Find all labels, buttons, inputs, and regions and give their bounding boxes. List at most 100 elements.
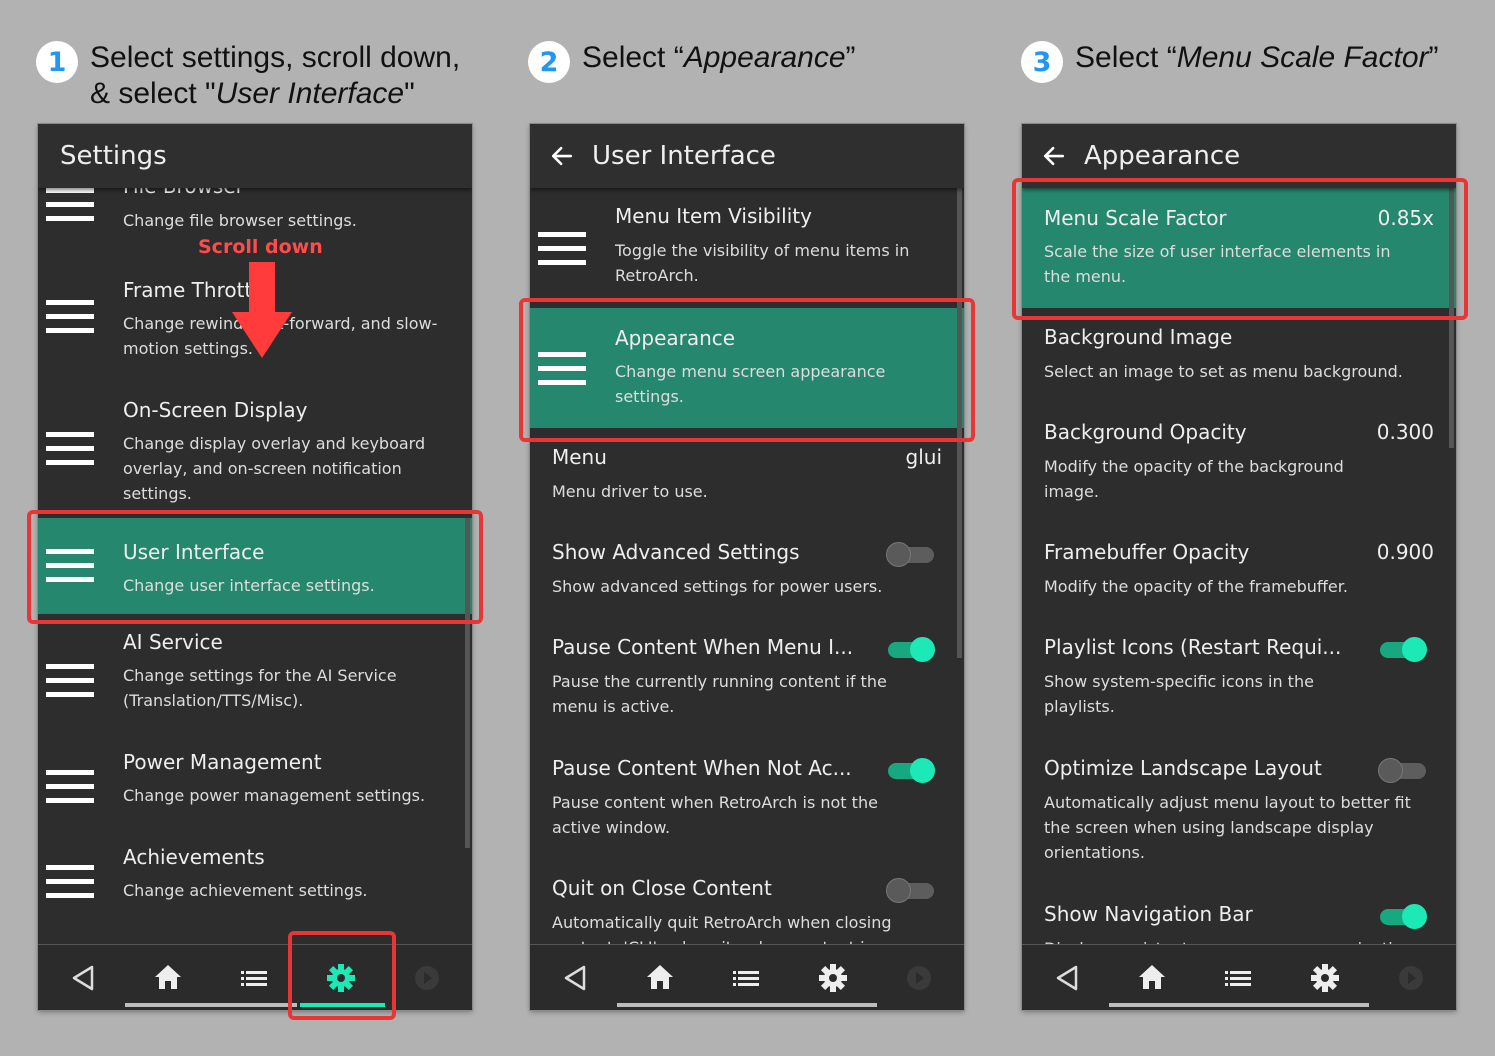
item-label: Show Navigation Bar: [1044, 902, 1253, 926]
header: User Interface: [530, 124, 964, 188]
tab-indicator: [617, 1003, 877, 1007]
nav-back-icon[interactable]: [1048, 959, 1086, 997]
step-1-title: 1 Select settings, scroll down, & select…: [36, 40, 460, 112]
list-item-menu[interactable]: Menu glui Menu driver to use.: [530, 433, 964, 521]
list-icon[interactable]: [727, 959, 765, 997]
item-sublabel: Change achievement settings.: [123, 881, 368, 900]
list-item-show-navigation-bar[interactable]: Show Navigation Bar Display persistent o…: [1022, 890, 1456, 944]
back-arrow-icon[interactable]: [548, 142, 576, 170]
item-label: Achievements: [123, 845, 265, 869]
forward-icon[interactable]: [1392, 959, 1430, 997]
menu-icon: [46, 300, 94, 334]
item-sublabel: Display persistent on-screen menu naviga…: [1044, 936, 1434, 944]
nav-back-icon[interactable]: [556, 959, 594, 997]
item-label: AI Service: [123, 630, 223, 654]
item-sublabel: Modify the opacity of the framebuffer.: [1044, 577, 1348, 596]
list-item-ai-service[interactable]: AI Service Change settings for the AI Se…: [38, 628, 472, 738]
scroll-down-annotation: Scroll down: [198, 236, 323, 258]
toggle-switch[interactable]: [1380, 637, 1427, 662]
toggle-switch[interactable]: [888, 758, 935, 783]
home-icon[interactable]: [641, 959, 679, 997]
list-item-framebuffer-opacity[interactable]: Framebuffer Opacity 0.900 Modify the opa…: [1022, 528, 1456, 618]
item-label: Show Advanced Settings: [552, 540, 800, 564]
item-sublabel: Pause the currently running content if t…: [552, 672, 887, 716]
highlight-settings-tab: [288, 931, 396, 1020]
list-icon[interactable]: [235, 959, 273, 997]
item-sublabel: Change settings for the AI Service (Tran…: [123, 666, 397, 710]
forward-icon[interactable]: [408, 959, 446, 997]
list-item-pause-content-not-active[interactable]: Pause Content When Not Ac... Pause conte…: [530, 744, 964, 859]
tab-indicator: [125, 1003, 297, 1007]
item-sublabel: Pause content when RetroArch is not the …: [552, 793, 878, 837]
item-label: Quit on Close Content: [552, 876, 772, 900]
item-value: 0.300: [1376, 420, 1434, 444]
gear-icon[interactable]: [1306, 959, 1344, 997]
item-label: Framebuffer Opacity: [1044, 540, 1250, 564]
step-text-2: & select "User Interface": [90, 77, 415, 110]
list-item-quit-on-close-content[interactable]: Quit on Close Content Automatically quit…: [530, 864, 964, 944]
list-item-playlist-icons[interactable]: Playlist Icons (Restart Requi... Show sy…: [1022, 623, 1456, 738]
menu-icon: [46, 770, 94, 804]
step-2-title: 2 Select “Appearance”: [528, 40, 856, 83]
list-item-show-advanced-settings[interactable]: Show Advanced Settings Show advanced set…: [530, 528, 964, 618]
page-title: Appearance: [1084, 141, 1241, 171]
item-label: Background Opacity: [1044, 420, 1247, 444]
forward-icon[interactable]: [900, 959, 938, 997]
list-item-menu-item-visibility[interactable]: Menu Item Visibility Toggle the visibili…: [530, 188, 964, 306]
step-text: Select “Menu Scale Factor”: [1075, 41, 1439, 74]
list-item-background-opacity[interactable]: Background Opacity 0.300 Modify the opac…: [1022, 408, 1456, 523]
item-sublabel: Change display overlay and keyboard over…: [123, 434, 426, 503]
bottom-navigation-bar: [530, 944, 964, 1010]
bottom-navigation-bar: [38, 944, 472, 1010]
back-arrow-icon[interactable]: [1040, 142, 1068, 170]
step-text: Select settings, scroll down,: [90, 41, 461, 74]
toggle-switch[interactable]: [888, 637, 935, 662]
item-label: Background Image: [1044, 325, 1233, 349]
item-value: glui: [905, 445, 942, 469]
step-3-title: 3 Select “Menu Scale Factor”: [1021, 40, 1439, 83]
step-number: 3: [1021, 41, 1063, 83]
item-sublabel: Show advanced settings for power users.: [552, 577, 883, 596]
bottom-navigation-bar: [1022, 944, 1456, 1010]
highlight-appearance: [519, 298, 975, 442]
list-item-achievements[interactable]: Achievements Change achievement settings…: [38, 843, 472, 933]
item-label: Optimize Landscape Layout: [1044, 756, 1322, 780]
arrow-down-icon: [232, 262, 292, 358]
highlight-user-interface: [27, 510, 483, 624]
menu-icon: [538, 232, 586, 266]
item-sublabel: Change power management settings.: [123, 786, 426, 805]
step-number: 2: [528, 41, 570, 83]
item-value: 0.900: [1376, 540, 1434, 564]
page-title: User Interface: [592, 141, 776, 171]
step-number: 1: [36, 41, 78, 83]
menu-icon: [46, 188, 94, 222]
toggle-switch[interactable]: [1378, 758, 1426, 783]
home-icon[interactable]: [149, 959, 187, 997]
list-item-background-image[interactable]: Background Image Select an image to set …: [1022, 313, 1456, 403]
list-icon[interactable]: [1219, 959, 1257, 997]
toggle-switch[interactable]: [1380, 904, 1427, 929]
menu-icon: [46, 664, 94, 698]
list-item-on-screen-display[interactable]: On-Screen Display Change display overlay…: [38, 378, 472, 508]
list-item-pause-content-menu[interactable]: Pause Content When Menu I... Pause the c…: [530, 623, 964, 738]
list-item-optimize-landscape-layout[interactable]: Optimize Landscape Layout Automatically …: [1022, 744, 1456, 884]
item-sublabel: Modify the opacity of the background ima…: [1044, 457, 1344, 501]
nav-back-icon[interactable]: [64, 959, 102, 997]
item-label: Menu Item Visibility: [615, 204, 812, 228]
gear-icon[interactable]: [814, 959, 852, 997]
home-icon[interactable]: [1133, 959, 1171, 997]
list-item-power-management[interactable]: Power Management Change power management…: [38, 748, 472, 838]
item-sublabel: Show system-specific icons in the playli…: [1044, 672, 1314, 716]
item-label: Pause Content When Menu I...: [552, 635, 854, 659]
menu-icon: [46, 865, 94, 899]
item-label: Menu: [552, 445, 607, 469]
header: Settings: [38, 124, 472, 188]
item-label: Pause Content When Not Ac...: [552, 756, 852, 780]
toggle-switch[interactable]: [886, 878, 934, 903]
user-interface-screen: User Interface Menu Item Visibility Togg…: [530, 124, 964, 1010]
menu-icon: [46, 432, 94, 466]
toggle-switch[interactable]: [886, 542, 934, 567]
tab-indicator: [1109, 1003, 1369, 1007]
item-label: On-Screen Display: [123, 398, 308, 422]
item-label: File Browser: [123, 188, 244, 198]
